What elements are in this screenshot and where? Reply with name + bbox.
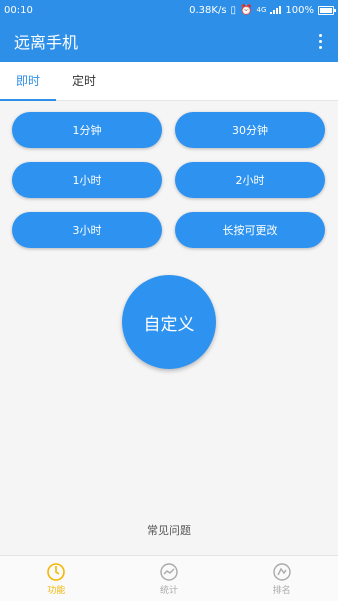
- duration-2hour-button[interactable]: 2小时: [175, 162, 325, 198]
- status-indicators: 0.38K/s ▯ ⏰ 4G 100%: [189, 4, 336, 16]
- nav-ranking-label: 排名: [272, 585, 291, 596]
- long-press-edit-button[interactable]: 长按可更改: [175, 212, 325, 248]
- nav-ranking[interactable]: 排名: [252, 562, 312, 596]
- stats-icon: [160, 562, 178, 581]
- alarm-icon: ⏰: [240, 4, 253, 16]
- duration-1hour-button[interactable]: 1小时: [12, 162, 162, 198]
- custom-button[interactable]: 自定义: [122, 275, 216, 369]
- nav-stats[interactable]: 统计: [139, 562, 199, 596]
- faq-link[interactable]: 常见问题: [0, 522, 338, 538]
- duration-30min-button[interactable]: 30分钟: [175, 112, 325, 148]
- status-bar: 00:10 0.38K/s ▯ ⏰ 4G 100%: [0, 0, 338, 20]
- tab-bar: 即时 定时: [0, 62, 338, 101]
- tab-scheduled[interactable]: 定时: [56, 62, 112, 100]
- network-label: 4G: [256, 6, 267, 14]
- vibrate-icon: ▯: [230, 4, 237, 16]
- nav-function-label: 功能: [47, 585, 66, 596]
- duration-1min-button[interactable]: 1分钟: [12, 112, 162, 148]
- app-bar: 远离手机: [0, 20, 338, 62]
- app-title: 远离手机: [14, 33, 79, 52]
- function-icon: [47, 562, 66, 581]
- duration-3hour-button[interactable]: 3小时: [12, 212, 162, 248]
- battery-percent: 100%: [285, 4, 314, 16]
- status-time: 00:10: [4, 4, 33, 16]
- ranking-icon: [272, 562, 291, 581]
- more-options-icon[interactable]: [312, 31, 328, 51]
- signal-icon: [270, 6, 282, 14]
- network-speed: 0.38K/s: [189, 4, 227, 16]
- nav-function[interactable]: 功能: [26, 562, 86, 596]
- battery-icon: [318, 5, 336, 15]
- tab-instant[interactable]: 即时: [0, 62, 56, 101]
- bottom-navigation: 功能 统计 排名: [0, 555, 338, 601]
- nav-stats-label: 统计: [159, 585, 178, 596]
- main-content: 1分钟 30分钟 1小时 2小时 3小时 长按可更改 自定义 常见问题: [0, 101, 338, 555]
